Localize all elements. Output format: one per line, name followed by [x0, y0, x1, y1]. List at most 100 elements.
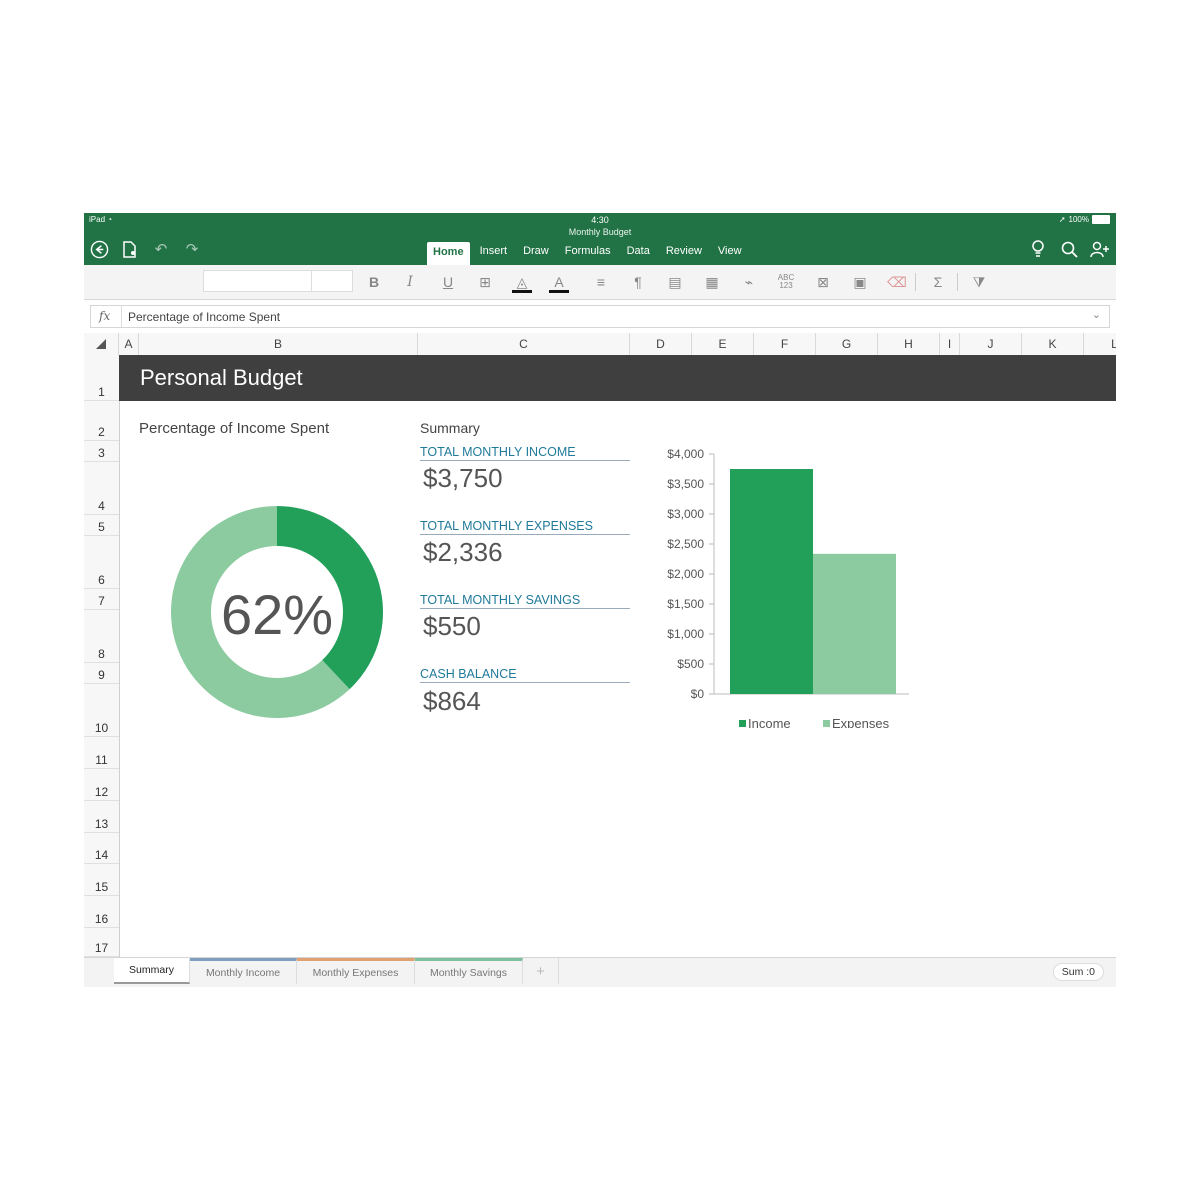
column-header-l[interactable]: L	[1084, 333, 1116, 355]
column-header-b[interactable]: B	[139, 333, 418, 355]
column-header-k[interactable]: K	[1022, 333, 1084, 355]
column-header-i[interactable]: I	[940, 333, 960, 355]
y-tick-label: $4,000	[667, 447, 704, 461]
row-header-10[interactable]: 10	[84, 684, 119, 737]
cash-balance-value[interactable]: $864	[423, 686, 481, 717]
eraser-icon[interactable]: ⌫	[885, 271, 909, 293]
file-icon[interactable]	[120, 239, 140, 259]
sheet-tab-monthly-savings[interactable]: Monthly Savings	[415, 958, 523, 984]
row-header-15[interactable]: 15	[84, 864, 119, 896]
fx-icon: fx	[99, 309, 111, 323]
row-header-5[interactable]: 5	[84, 515, 119, 536]
undo-icon[interactable]: ↶	[151, 239, 171, 259]
autosum-icon[interactable]: Σ	[926, 271, 950, 293]
formula-content[interactable]: Percentage of Income Spent	[128, 310, 280, 324]
row-header-2[interactable]: 2	[84, 401, 119, 441]
donut-chart[interactable]: 62%	[169, 504, 385, 720]
fill-color-icon[interactable]: ◬	[510, 271, 534, 293]
status-sum[interactable]: Sum :0	[1052, 963, 1104, 981]
column-header-j[interactable]: J	[960, 333, 1022, 355]
status-time: 4:30	[591, 215, 609, 225]
borders-icon[interactable]: ⊞	[473, 271, 497, 293]
paragraph-icon[interactable]: ¶	[626, 271, 650, 293]
location-icon: ➚	[1058, 215, 1066, 224]
sheet-tab-monthly-expenses[interactable]: Monthly Expenses	[297, 958, 415, 984]
bar-income[interactable]	[730, 469, 813, 694]
font-name-box[interactable]	[203, 270, 353, 292]
back-icon[interactable]	[89, 239, 109, 259]
y-tick-label: $2,500	[667, 537, 704, 551]
column-header-a[interactable]: A	[119, 333, 139, 355]
sort-filter-icon[interactable]: ⧩	[967, 271, 991, 293]
insert-cells-icon[interactable]: ▣	[848, 271, 872, 293]
row-header-7[interactable]: 7	[84, 589, 119, 610]
lightbulb-icon[interactable]	[1028, 239, 1048, 259]
align-left-icon[interactable]: ≡	[589, 271, 613, 293]
sheet-title-band[interactable]: Personal Budget	[119, 355, 1116, 401]
summary-heading[interactable]: Summary	[420, 420, 480, 436]
wrap-text-icon[interactable]: ▤	[663, 271, 687, 293]
search-icon[interactable]	[1059, 239, 1079, 259]
sheet-tab-summary[interactable]: Summary	[114, 958, 190, 984]
select-all-corner[interactable]	[84, 333, 119, 355]
title-bar: iPad ◔ 4:30 Monthly Budget ➚ 100% ↶ ↷ Ho…	[84, 213, 1116, 265]
battery-percent: 100%	[1068, 215, 1089, 224]
column-header-g[interactable]: G	[816, 333, 878, 355]
excel-window: iPad ◔ 4:30 Monthly Budget ➚ 100% ↶ ↷ Ho…	[84, 213, 1116, 987]
share-person-icon[interactable]	[1090, 239, 1110, 259]
savings-label[interactable]: TOTAL MONTHLY SAVINGS	[420, 593, 630, 609]
cell-styles-icon[interactable]: ⌁	[737, 271, 761, 293]
cash-balance-label[interactable]: CASH BALANCE	[420, 667, 630, 683]
row-header-12[interactable]: 12	[84, 769, 119, 801]
tab-review[interactable]: Review	[660, 242, 708, 259]
spelling-icon[interactable]: ABC 123	[774, 271, 798, 293]
ribbon-tabs: Home Insert Draw Formulas Data Review Vi…	[427, 242, 752, 265]
bar-expenses[interactable]	[813, 553, 896, 694]
income-expenses-chart[interactable]: $4,000 $3,500 $3,000 $2,500 $2,000 $1,500 $1,0…	[644, 438, 924, 728]
sheet-tab-monthly-income[interactable]: Monthly Income	[190, 958, 297, 984]
status-battery: ➚ 100%	[1059, 215, 1110, 224]
y-tick-label: $1,000	[667, 627, 704, 641]
tab-draw[interactable]: Draw	[517, 242, 555, 259]
row-header-11[interactable]: 11	[84, 737, 119, 769]
add-sheet-button[interactable]: +	[523, 958, 559, 984]
column-header-c[interactable]: C	[418, 333, 630, 355]
savings-value[interactable]: $550	[423, 611, 481, 642]
column-header-h[interactable]: H	[878, 333, 940, 355]
row-header-17[interactable]: 17	[84, 928, 119, 957]
formula-bar[interactable]: fx Percentage of Income Spent ⌄	[90, 305, 1110, 328]
row-header-9[interactable]: 9	[84, 663, 119, 684]
column-header-f[interactable]: F	[754, 333, 816, 355]
tab-insert[interactable]: Insert	[474, 242, 514, 259]
row-header-6[interactable]: 6	[84, 536, 119, 589]
row-header-4[interactable]: 4	[84, 462, 119, 515]
bold-button[interactable]: B	[362, 271, 386, 293]
column-header-e[interactable]: E	[692, 333, 754, 355]
tab-data[interactable]: Data	[621, 242, 656, 259]
row-header-8[interactable]: 8	[84, 610, 119, 663]
y-tick-label: $500	[677, 657, 704, 671]
ribbon-toolbar: B I U ⊞ ◬ A ≡ ¶ ▤ ▦ ⌁ ABC 123 ⊠ ▣ ⌫ Σ ⧩	[84, 265, 1116, 300]
expenses-value[interactable]: $2,336	[423, 537, 503, 568]
column-header-d[interactable]: D	[630, 333, 692, 355]
row-header-1[interactable]: 1	[84, 355, 119, 401]
underline-button[interactable]: U	[436, 271, 460, 293]
tab-formulas[interactable]: Formulas	[559, 242, 617, 259]
tab-home[interactable]: Home	[427, 242, 470, 265]
income-value[interactable]: $3,750	[423, 463, 503, 494]
font-color-icon[interactable]: A	[547, 271, 571, 293]
row-header-14[interactable]: 14	[84, 833, 119, 864]
income-label[interactable]: TOTAL MONTHLY INCOME	[420, 445, 630, 461]
row-header-16[interactable]: 16	[84, 896, 119, 928]
row-header-3[interactable]: 3	[84, 441, 119, 462]
redo-icon[interactable]: ↷	[182, 239, 202, 259]
spelling-label: ABC 123	[777, 273, 795, 290]
italic-button[interactable]: I	[398, 271, 422, 293]
clear-format-icon[interactable]: ⊠	[811, 271, 835, 293]
expenses-label[interactable]: TOTAL MONTHLY EXPENSES	[420, 519, 630, 535]
donut-label[interactable]: Percentage of Income Spent	[139, 420, 329, 437]
tab-view[interactable]: View	[712, 242, 748, 259]
row-header-13[interactable]: 13	[84, 801, 119, 833]
chevron-down-icon[interactable]: ⌄	[1092, 308, 1101, 321]
number-format-icon[interactable]: ▦	[700, 271, 724, 293]
